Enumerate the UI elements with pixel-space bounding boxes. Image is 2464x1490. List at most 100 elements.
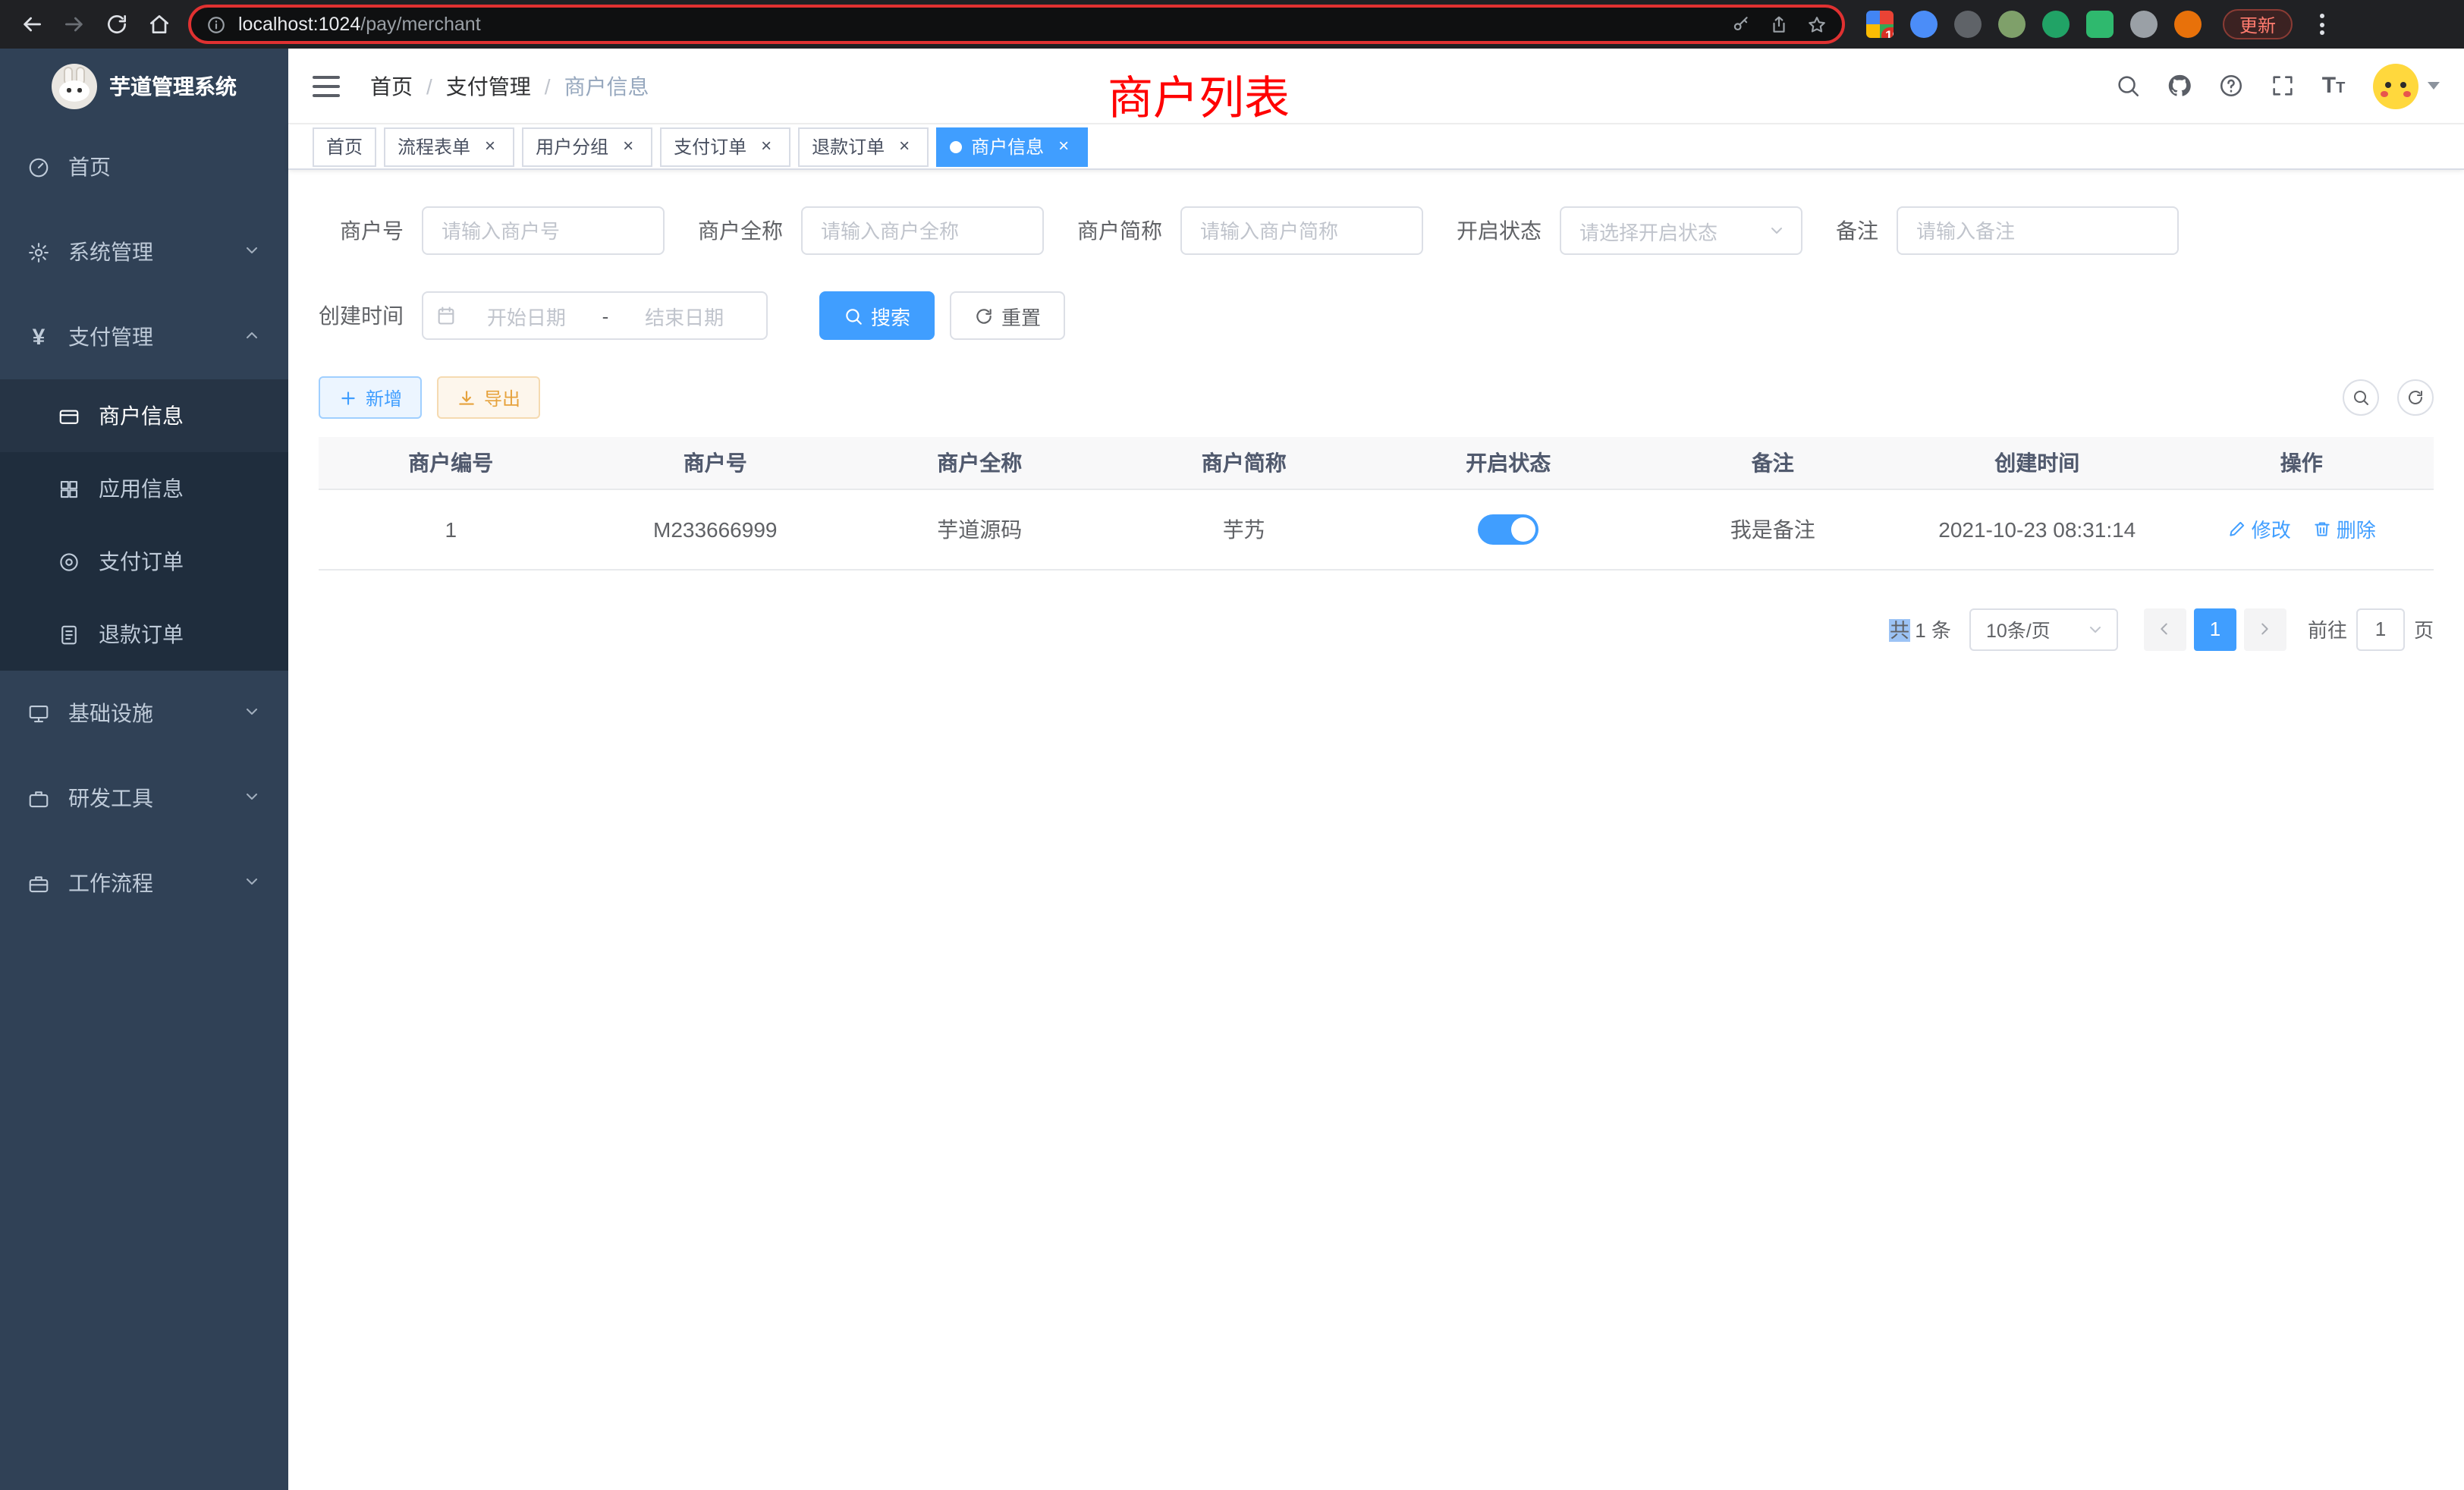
- breadcrumb-current: 商户信息: [564, 71, 649, 101]
- browser-menu-icon[interactable]: [2308, 11, 2335, 38]
- delete-button[interactable]: 删除: [2312, 514, 2376, 543]
- sidebar-item-pay-order[interactable]: 支付订单: [0, 525, 288, 598]
- remark-input[interactable]: [1897, 206, 2179, 255]
- app-logo[interactable]: 芋道管理系统: [0, 49, 288, 124]
- edit-button[interactable]: 修改: [2227, 514, 2291, 543]
- extension-icon-3[interactable]: [1954, 11, 1982, 38]
- url-domain: localhost:1024: [238, 14, 360, 35]
- grid-icon: [58, 477, 80, 500]
- sidebar: 芋道管理系统 首页 系统管理 ¥ 支付管理 商户信息: [0, 49, 288, 1490]
- browser-forward-button[interactable]: [55, 5, 94, 44]
- sidebar-item-dev-tools[interactable]: 研发工具: [0, 756, 288, 841]
- active-dot: [950, 140, 962, 152]
- sidebar-item-workflow[interactable]: 工作流程: [0, 841, 288, 926]
- full-name-input[interactable]: [801, 206, 1044, 255]
- password-key-icon[interactable]: [1731, 14, 1751, 34]
- extension-icon-4[interactable]: [1998, 11, 2026, 38]
- col-merchant-no: 商户号: [583, 437, 848, 489]
- share-icon[interactable]: [1769, 14, 1789, 34]
- create-time-range-picker[interactable]: 开始日期 - 结束日期: [422, 291, 768, 340]
- goto-page-input[interactable]: [2356, 608, 2405, 650]
- tab-pay-order[interactable]: 支付订单×: [660, 127, 790, 166]
- extension-icon-6[interactable]: [2086, 11, 2114, 38]
- bookmark-star-icon[interactable]: [1807, 14, 1827, 34]
- refresh-icon: [974, 306, 994, 325]
- reset-button[interactable]: 重置: [950, 291, 1065, 340]
- close-icon[interactable]: ×: [1053, 136, 1074, 157]
- refresh-table-button[interactable]: [2397, 379, 2434, 416]
- search-icon[interactable]: [2106, 64, 2148, 107]
- sidebar-item-infrastructure[interactable]: 基础设施: [0, 671, 288, 756]
- site-info-icon[interactable]: [206, 14, 226, 34]
- user-avatar-menu[interactable]: [2373, 63, 2440, 108]
- status-toggle[interactable]: [1478, 514, 1538, 544]
- monitor-icon: [27, 702, 50, 725]
- sidebar-item-payment[interactable]: ¥ 支付管理: [0, 294, 288, 379]
- trash-icon: [2312, 519, 2332, 539]
- extension-icon-7[interactable]: [2130, 11, 2158, 38]
- sidebar-item-refund-order[interactable]: 退款订单: [0, 598, 288, 671]
- col-actions: 操作: [2170, 437, 2434, 489]
- github-icon[interactable]: [2158, 64, 2200, 107]
- prev-page-button[interactable]: [2144, 608, 2186, 650]
- sidebar-item-home[interactable]: 首页: [0, 124, 288, 209]
- chevron-down-icon: [243, 701, 261, 725]
- breadcrumb-separator: /: [545, 74, 551, 98]
- short-name-label: 商户简称: [1077, 215, 1162, 246]
- cell-short-name: 芋艿: [1112, 489, 1377, 569]
- browser-update-button[interactable]: 更新: [2223, 9, 2293, 39]
- start-date-placeholder: 开始日期: [457, 301, 596, 330]
- page-number-1[interactable]: 1: [2194, 608, 2236, 650]
- breadcrumb-payment[interactable]: 支付管理: [446, 71, 531, 101]
- chevron-down-icon: [2086, 620, 2104, 638]
- browser-reload-button[interactable]: [97, 5, 137, 44]
- sidebar-item-merchant-info[interactable]: 商户信息: [0, 379, 288, 452]
- screen: localhost:1024/pay/merchant 10: [0, 0, 2464, 1490]
- extension-icon-2[interactable]: [1910, 11, 1938, 38]
- edit-icon: [2227, 519, 2247, 539]
- address-bar[interactable]: localhost:1024/pay/merchant: [188, 5, 1845, 44]
- search-button[interactable]: 搜索: [819, 291, 935, 340]
- sidebar-collapse-icon[interactable]: [313, 69, 346, 102]
- next-page-button[interactable]: [2244, 608, 2286, 650]
- tab-home[interactable]: 首页: [313, 127, 376, 166]
- status-select[interactable]: 请选择开启状态: [1560, 206, 1802, 255]
- add-button[interactable]: 新增: [319, 376, 422, 419]
- tab-user-group[interactable]: 用户分组×: [522, 127, 652, 166]
- page-size-select[interactable]: 10条/页: [1969, 608, 2118, 650]
- chevron-right-icon: [2257, 621, 2274, 637]
- sidebar-item-system[interactable]: 系统管理: [0, 209, 288, 294]
- help-icon[interactable]: [2209, 64, 2252, 107]
- status-label: 开启状态: [1457, 215, 1542, 246]
- extensions-area: 10: [1866, 11, 2202, 38]
- toggle-search-button[interactable]: [2343, 379, 2379, 416]
- search-icon: [844, 306, 863, 325]
- breadcrumb-home[interactable]: 首页: [370, 71, 413, 101]
- extension-icon-1[interactable]: 10: [1866, 11, 1894, 38]
- close-icon[interactable]: ×: [756, 136, 777, 157]
- close-icon[interactable]: ×: [479, 136, 501, 157]
- calendar-icon: [435, 305, 457, 326]
- browser-home-button[interactable]: [140, 5, 179, 44]
- font-size-icon[interactable]: TT: [2312, 64, 2355, 107]
- tab-merchant-info[interactable]: 商户信息×: [936, 127, 1088, 166]
- payment-submenu: 商户信息 应用信息 支付订单 退款订单: [0, 379, 288, 671]
- close-icon[interactable]: ×: [894, 136, 915, 157]
- page-header: 首页 / 支付管理 / 商户信息 商户列表: [288, 49, 2464, 124]
- sidebar-item-app-info[interactable]: 应用信息: [0, 452, 288, 525]
- toolbox-icon: [27, 787, 50, 809]
- tab-refund-order[interactable]: 退款订单×: [798, 127, 929, 166]
- extension-icon-8[interactable]: [2174, 11, 2202, 38]
- extension-icon-5[interactable]: [2042, 11, 2070, 38]
- close-icon[interactable]: ×: [618, 136, 639, 157]
- browser-back-button[interactable]: [12, 5, 52, 44]
- end-date-placeholder: 结束日期: [614, 301, 754, 330]
- tab-process-form[interactable]: 流程表单×: [384, 127, 514, 166]
- col-merchant-id: 商户编号: [319, 437, 583, 489]
- export-button[interactable]: 导出: [437, 376, 540, 419]
- short-name-input[interactable]: [1180, 206, 1423, 255]
- fullscreen-icon[interactable]: [2261, 64, 2303, 107]
- annotation-title: 商户列表: [1108, 61, 1290, 127]
- merchant-no-input[interactable]: [422, 206, 665, 255]
- dashboard-icon: [27, 156, 50, 178]
